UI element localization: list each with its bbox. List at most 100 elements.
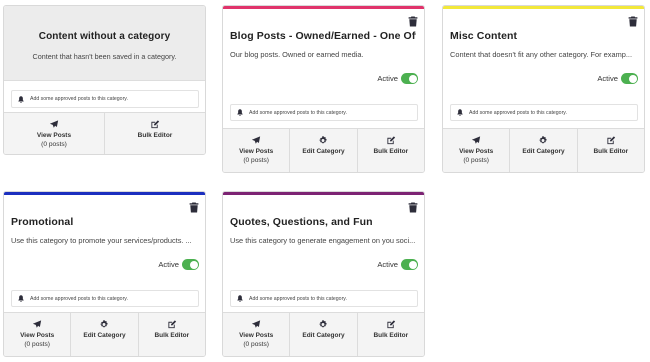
card-header [4,6,205,81]
active-label: Active [377,74,398,83]
bell-icon [18,295,24,302]
card-actions: View Posts (0 posts) Edit Category Bulk … [4,312,205,356]
post-count: (0 posts) [243,341,269,348]
active-toggle[interactable] [401,73,418,84]
card-title: Content without a category [38,31,171,42]
active-toggle[interactable] [182,259,199,270]
card-description: Content that hasn't been saved in a cate… [32,52,177,61]
category-color-bar [223,192,424,195]
active-label: Active [597,74,618,83]
empty-notice: Add some approved posts to this category… [450,104,638,121]
view-posts-button[interactable]: View Posts (0 posts) [223,313,291,356]
edit-category-label: Edit Category [83,332,126,339]
bell-icon [457,109,463,116]
card-description: Content that doesn't fit any other categ… [450,50,633,59]
category-color-bar [223,6,424,9]
notice-text: Add some approved posts to this category… [249,109,347,116]
bulk-editor-label: Bulk Editor [373,332,409,339]
active-toggle-row: Active [377,73,418,84]
view-posts-label: View Posts [20,332,55,339]
send-icon [252,320,261,328]
trash-icon[interactable] [408,16,418,27]
bulk-editor-label: Bulk Editor [373,148,409,155]
bulk-editor-button[interactable]: Bulk Editor [358,313,424,356]
gear-icon [319,136,327,144]
edit-category-button[interactable]: Edit Category [71,313,139,356]
view-posts-button[interactable]: View Posts (0 posts) [4,113,105,154]
edit-icon [387,136,395,145]
edit-category-button[interactable]: Edit Category [290,313,358,356]
view-posts-button[interactable]: View Posts (0 posts) [223,129,291,172]
bell-icon [237,109,243,116]
category-color-bar [443,6,644,9]
post-count: (0 posts) [463,157,489,164]
edit-icon [387,320,395,329]
view-posts-label: View Posts [239,148,274,155]
card-description: Our blog posts. Owned or earned media. [230,50,364,59]
notice-text: Add some approved posts to this category… [30,96,128,102]
bulk-editor-label: Bulk Editor [154,332,190,339]
send-icon [49,120,59,128]
send-icon [252,136,261,144]
active-toggle-row: Active [377,259,418,270]
bulk-editor-button[interactable]: Bulk Editor [105,113,205,154]
card-actions: View Posts (0 posts) Edit Category Bulk … [223,128,424,172]
card-actions: View Posts (0 posts) Bulk Editor [4,112,205,154]
edit-category-button[interactable]: Edit Category [290,129,358,172]
bulk-editor-button[interactable]: Bulk Editor [358,129,424,172]
notice-text: Add some approved posts to this category… [469,109,567,116]
card-actions: View Posts (0 posts) Edit Category Bulk … [223,312,424,356]
trash-icon[interactable] [189,202,199,213]
post-count: (0 posts) [41,141,67,148]
bulk-editor-button[interactable]: Bulk Editor [139,313,205,356]
view-posts-button[interactable]: View Posts (0 posts) [4,313,72,356]
card-title: Quotes, Questions, and Fun [230,216,373,228]
bell-icon [18,95,24,103]
edit-category-button[interactable]: Edit Category [510,129,578,172]
view-posts-button[interactable]: View Posts (0 posts) [443,129,511,172]
send-icon [33,320,42,328]
notice-text: Add some approved posts to this category… [249,295,347,302]
active-toggle[interactable] [401,259,418,270]
active-toggle-row: Active [597,73,638,84]
gear-icon [319,320,327,328]
edit-icon [607,136,615,145]
active-label: Active [158,260,179,269]
gear-icon [100,320,108,328]
post-count: (0 posts) [24,341,50,348]
card-description: Use this category to promote your servic… [11,236,192,245]
view-posts-label: View Posts [239,332,274,339]
active-toggle-row: Active [158,259,199,270]
trash-icon[interactable] [628,16,638,27]
active-toggle[interactable] [621,73,638,84]
card-title: Blog Posts - Owned/Earned - One Off [230,30,416,42]
empty-notice: Add some approved posts to this category… [230,290,418,307]
empty-notice: Add some approved posts to this category… [11,90,199,108]
category-card: Promotional Use this category to promote… [3,191,206,357]
empty-notice: Add some approved posts to this category… [11,290,199,307]
category-card-uncategorized: Content without a category Content that … [3,5,206,155]
trash-icon[interactable] [408,202,418,213]
category-color-bar [4,192,205,195]
category-card: Blog Posts - Owned/Earned - One Off Our … [222,5,425,173]
bulk-editor-label: Bulk Editor [593,148,629,155]
bulk-editor-button[interactable]: Bulk Editor [578,129,644,172]
card-actions: View Posts (0 posts) Edit Category Bulk … [443,128,644,172]
bell-icon [237,295,243,302]
post-count: (0 posts) [243,157,269,164]
active-label: Active [377,260,398,269]
edit-category-label: Edit Category [302,332,345,339]
card-title: Promotional [11,216,74,228]
send-icon [472,136,481,144]
edit-icon [151,120,160,129]
card-description: Use this category to generate engagement… [230,236,416,245]
edit-category-label: Edit Category [522,148,565,155]
category-card: Misc Content Content that doesn't fit an… [442,5,645,173]
category-card: Quotes, Questions, and Fun Use this cate… [222,191,425,357]
view-posts-label: View Posts [36,132,72,139]
notice-text: Add some approved posts to this category… [30,295,128,302]
edit-category-label: Edit Category [302,148,345,155]
gear-icon [539,136,547,144]
bulk-editor-label: Bulk Editor [137,132,173,139]
edit-icon [168,320,176,329]
